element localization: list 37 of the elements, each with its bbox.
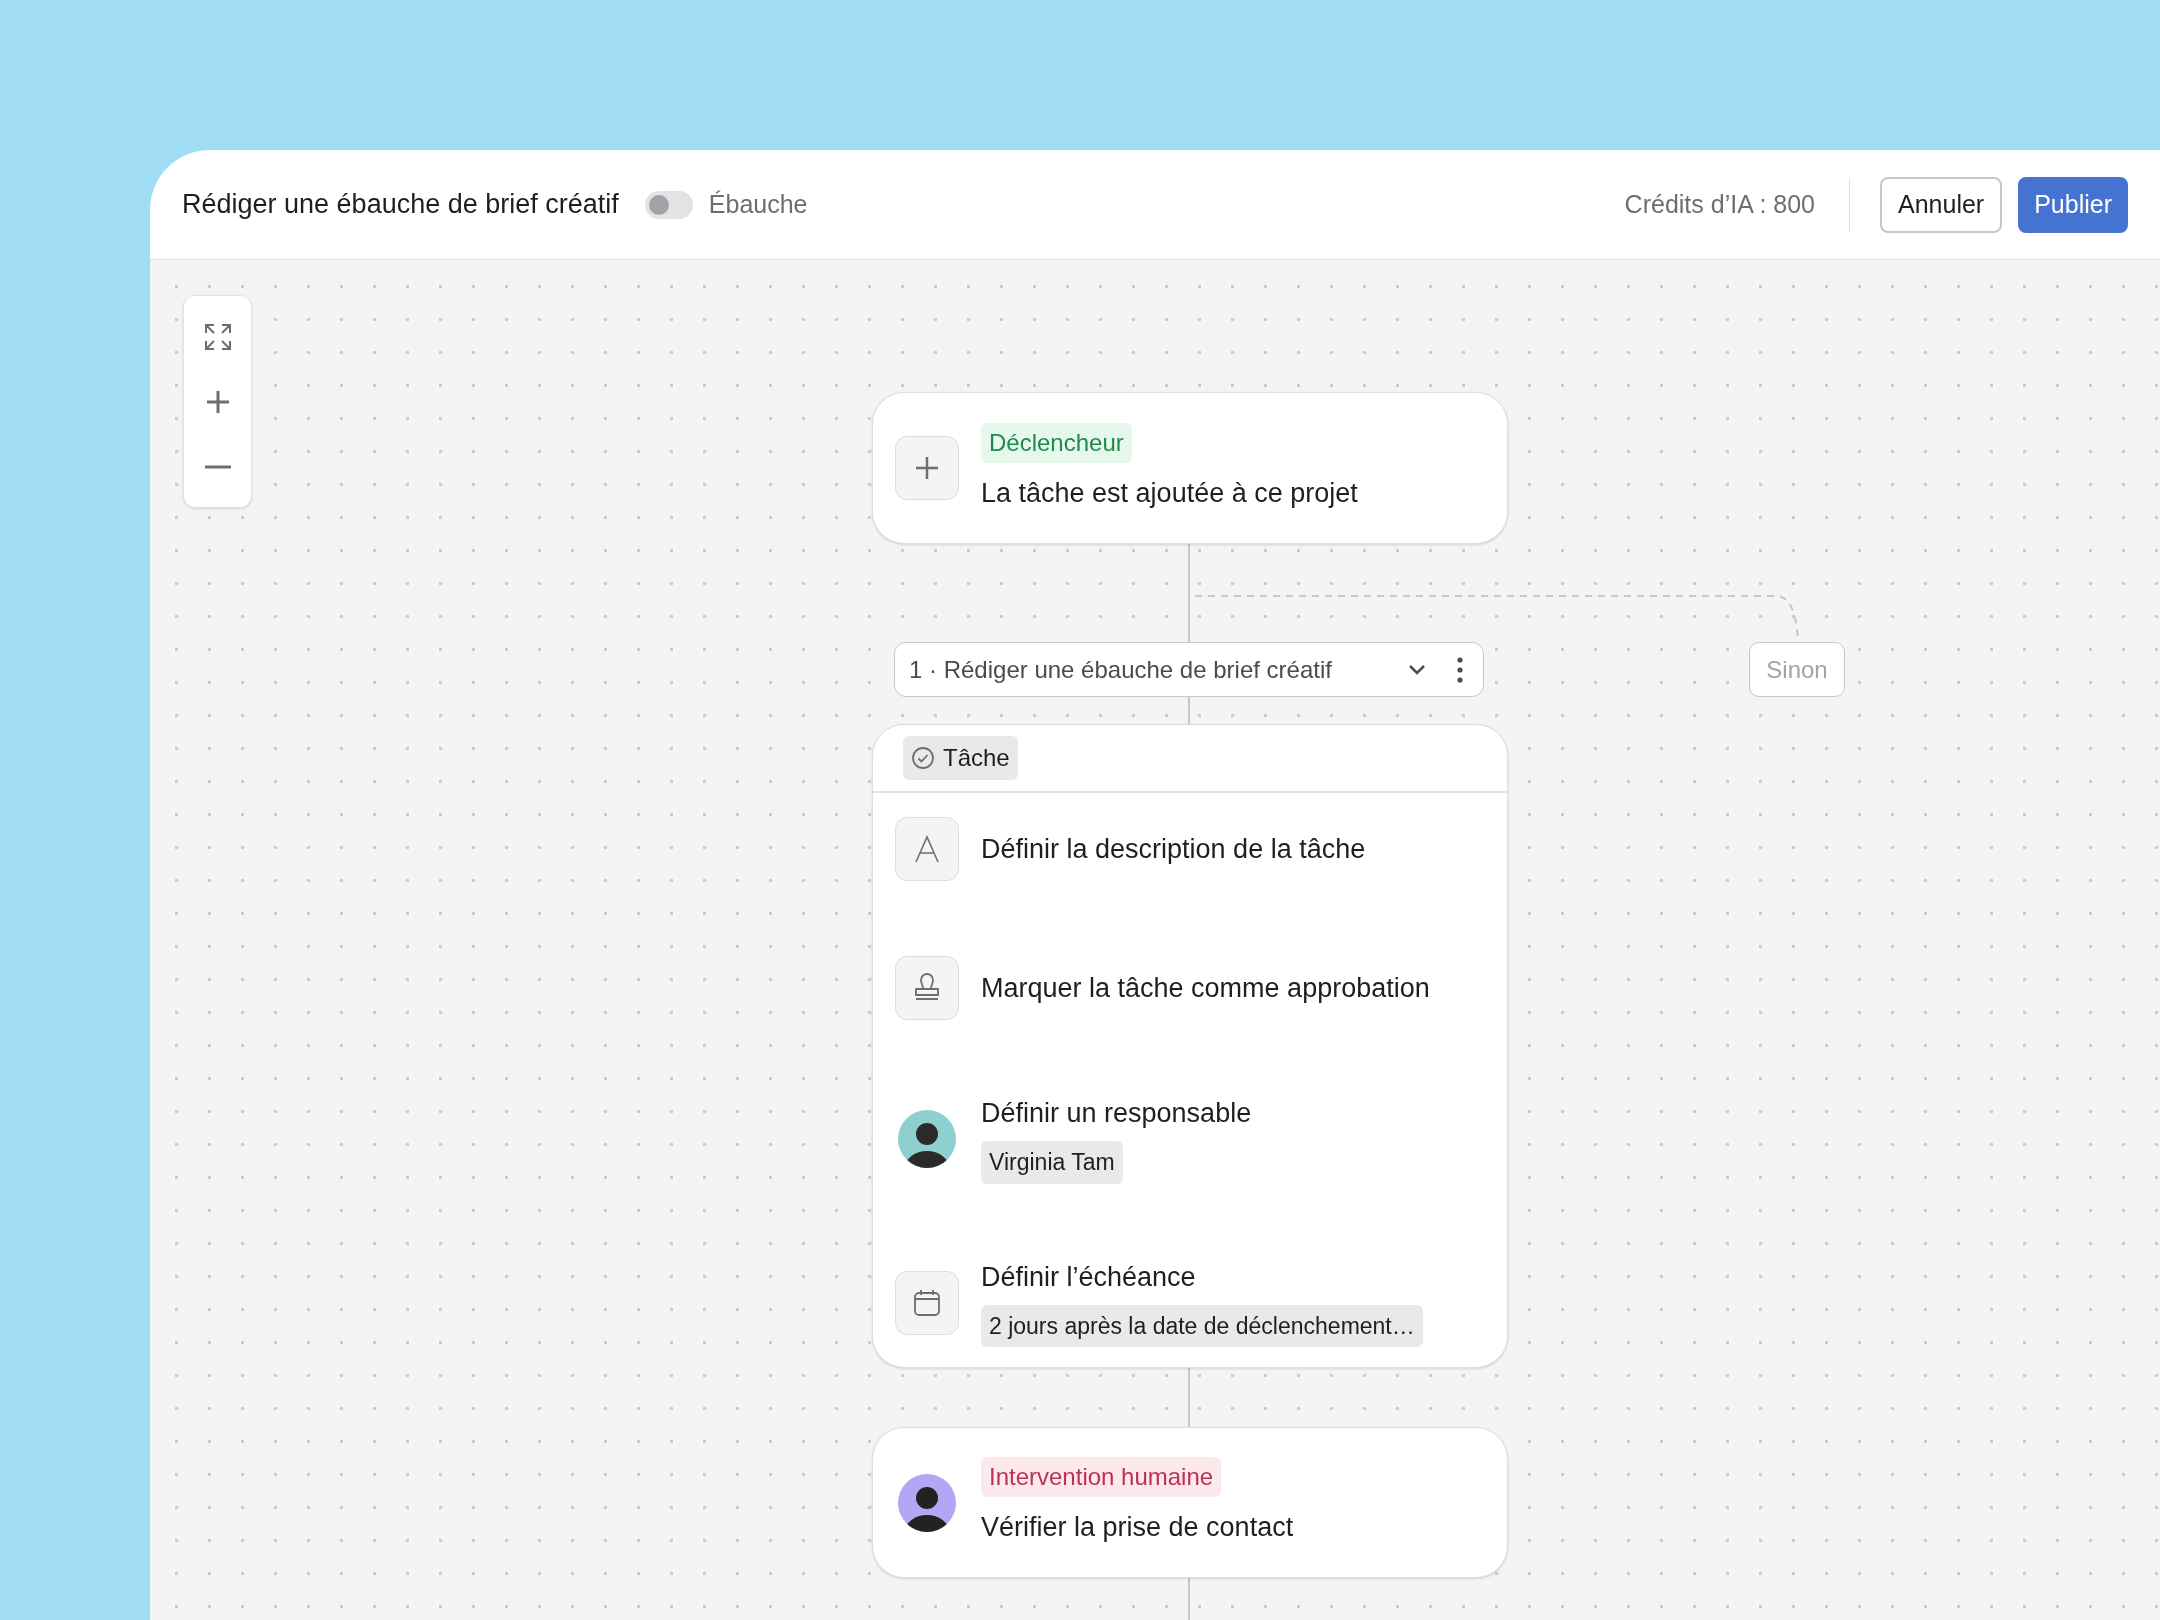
human-step-card[interactable]: Intervention humaine Vérifier la prise de contact [872, 1427, 1508, 1578]
human-step-title: Vérifier la prise de contact [981, 1511, 1294, 1545]
stamp-icon [912, 973, 942, 1003]
trigger-title: La tâche est ajoutée à ce projet [981, 476, 1358, 510]
human-step-tag: Intervention humaine [981, 1457, 1222, 1498]
status-label: Ébauche [708, 188, 808, 220]
status-toggle[interactable] [644, 190, 693, 219]
publish-button[interactable]: Publier [2018, 176, 2128, 233]
plus-icon [204, 388, 231, 415]
action-label: Définir l’échéance [981, 1260, 1197, 1294]
task-card[interactable]: Tâche Définir la description de la tâche Marquer la tâche comme approbation Définir un responsable Virginia Tam Définir l’échéance 2 jours après la date de déclenchement… [872, 724, 1508, 1368]
connector-line [1188, 696, 1190, 725]
due-date-chip[interactable]: 2 jours après la date de déclenchement… [981, 1304, 1423, 1347]
avatar [898, 1110, 956, 1169]
trigger-card[interactable]: Déclencheur La tâche est ajoutée à ce projet [872, 392, 1508, 544]
cancel-button[interactable]: Annuler [1880, 176, 2003, 233]
task-tag: Tâche [903, 736, 1018, 780]
action-label: Définir la description de la tâche [981, 833, 1367, 866]
expand-icon [202, 321, 233, 352]
more-icon [1457, 656, 1463, 683]
plus-icon [915, 456, 939, 480]
check-circle-icon [911, 746, 935, 770]
minus-icon [204, 464, 231, 469]
add-trigger-button[interactable] [895, 436, 959, 500]
chevron-down-icon [1407, 663, 1427, 676]
ai-credits: Crédits d’IA : 800 [1624, 188, 1815, 220]
step-selector[interactable]: 1 · Rédiger une ébauche de brief créatif [894, 642, 1484, 697]
action-label: Définir un responsable [981, 1097, 1253, 1130]
letter-a-icon [912, 834, 942, 864]
trigger-tag: Déclencheur [981, 422, 1132, 463]
workflow-title: Rédiger une ébauche de brief créatif [182, 188, 619, 222]
connector-line [1188, 1577, 1190, 1620]
assignee-chip[interactable]: Virginia Tam [981, 1141, 1123, 1184]
step-label: 1 · Rédiger une ébauche de brief créatif [909, 654, 1332, 685]
action-label: Marquer la tâche comme approbation [981, 972, 1431, 1005]
calendar-icon [912, 1287, 942, 1318]
connector-line [1188, 1367, 1190, 1428]
